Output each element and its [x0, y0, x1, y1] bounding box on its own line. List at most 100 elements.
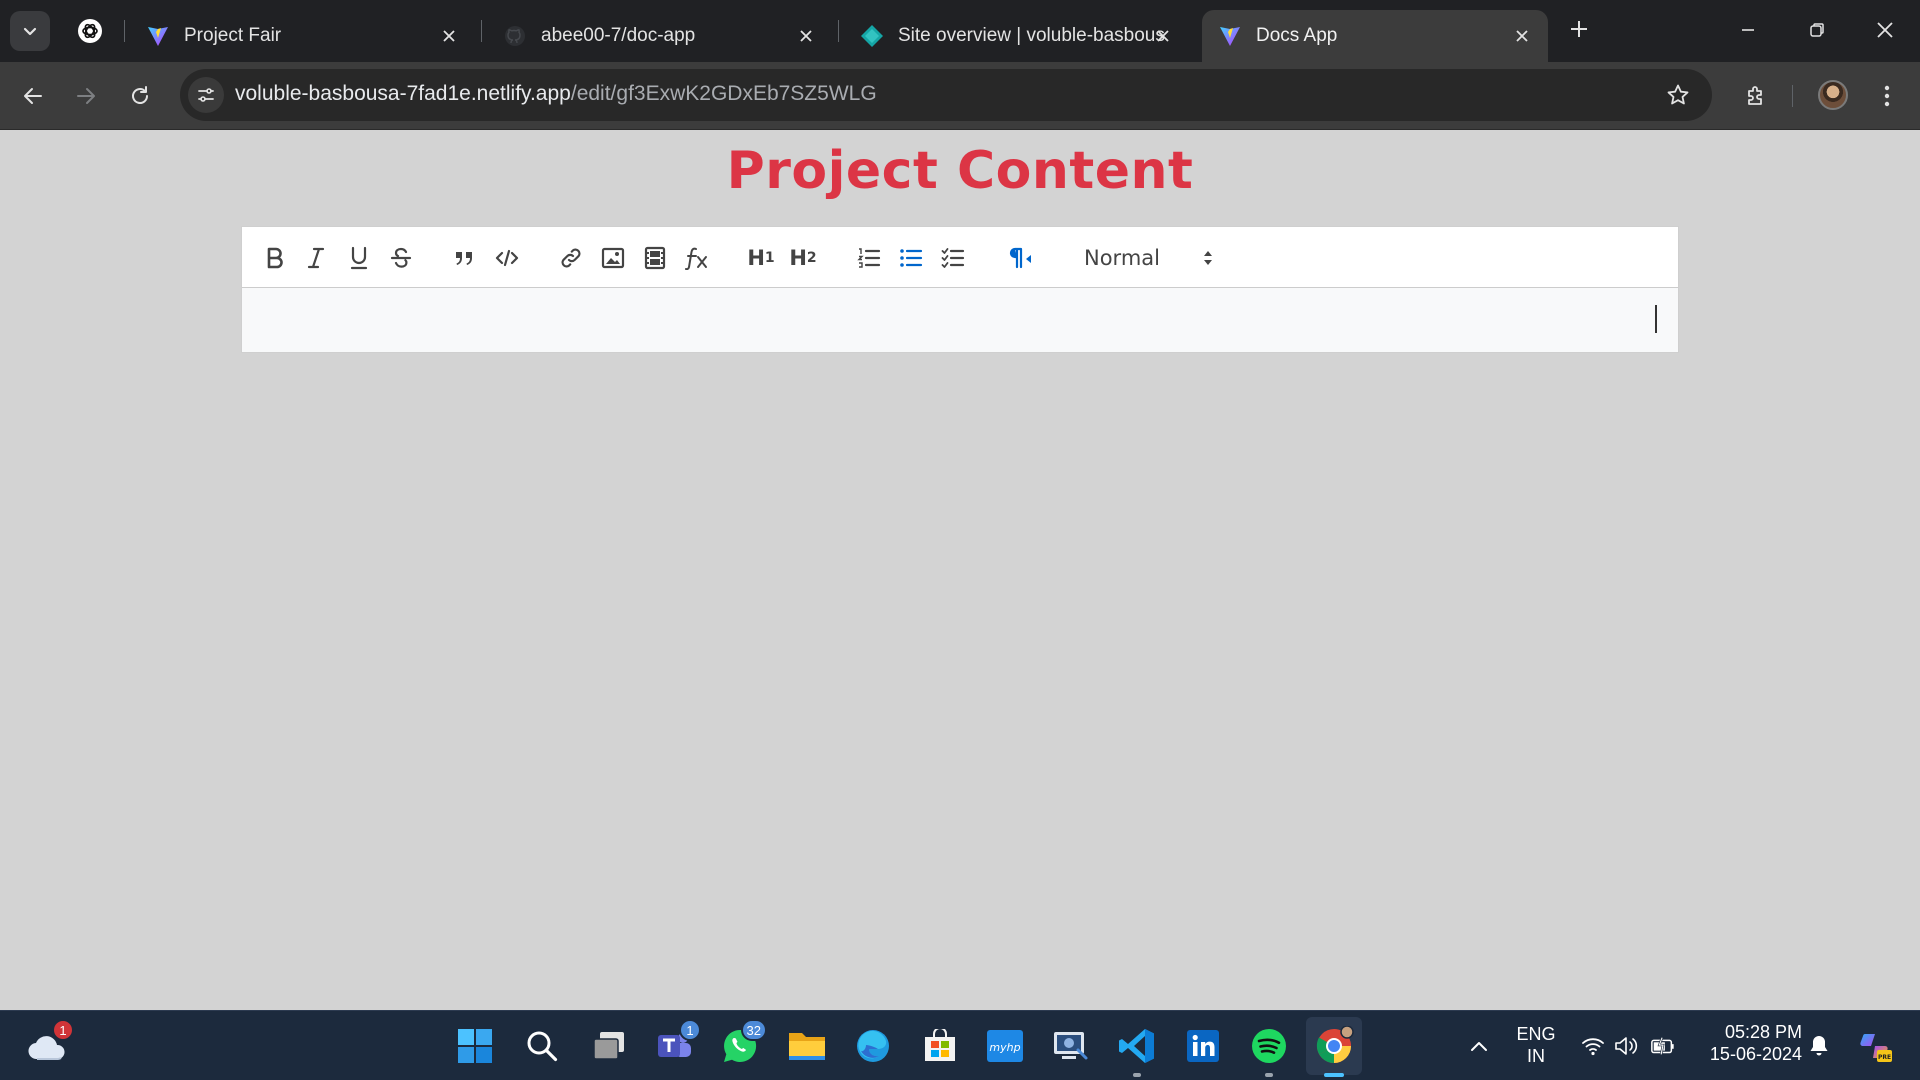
bold-icon — [267, 247, 283, 269]
page-content: Project Content H 1 H 2 Normal — [0, 131, 1920, 1010]
wifi-status[interactable] — [1580, 1033, 1606, 1059]
image-button[interactable] — [596, 241, 630, 275]
vscode-icon — [1119, 1029, 1154, 1063]
video-button[interactable] — [638, 241, 672, 275]
edge-icon — [857, 1030, 889, 1062]
whatsapp-app[interactable]: 32 — [717, 1019, 767, 1069]
checklist-button[interactable] — [936, 241, 970, 275]
snipping-tool-app[interactable] — [1048, 1023, 1094, 1069]
clock[interactable]: 05:28 PM 15-06-2024 — [1692, 1021, 1802, 1065]
close-icon[interactable] — [437, 24, 461, 48]
link-icon — [561, 248, 581, 268]
region-text: IN — [1527, 1046, 1545, 1066]
close-icon[interactable] — [1151, 24, 1175, 48]
search-button[interactable] — [519, 1023, 565, 1069]
browser-menu-button[interactable] — [1872, 76, 1902, 116]
h2-sub: 2 — [806, 250, 817, 266]
vscode-app[interactable] — [1114, 1023, 1160, 1077]
minimize-button[interactable] — [1725, 12, 1771, 48]
file-explorer-app[interactable] — [784, 1023, 830, 1069]
github-icon — [503, 24, 527, 48]
running-indicator — [1324, 1073, 1344, 1077]
store-icon — [925, 1029, 955, 1061]
chrome-app[interactable] — [1311, 1023, 1357, 1077]
input-language-indicator[interactable]: ENG IN — [1504, 1023, 1568, 1067]
strike-button[interactable] — [384, 241, 418, 275]
puzzle-icon — [1748, 86, 1762, 105]
teams-app[interactable]: 1 — [651, 1019, 701, 1069]
minimize-icon — [1742, 29, 1754, 31]
h2-label: H — [789, 246, 807, 270]
linkedin-icon — [1187, 1030, 1219, 1062]
close-icon[interactable] — [1510, 24, 1534, 48]
underline-button[interactable] — [342, 241, 376, 275]
ordered-list-button[interactable] — [852, 241, 886, 275]
tab-search-button[interactable] — [10, 11, 50, 51]
italic-button[interactable] — [299, 241, 333, 275]
site-info-button[interactable] — [188, 77, 224, 113]
tab-github-doc-app[interactable]: abee00-7/doc-app — [487, 10, 832, 62]
bold-button[interactable] — [258, 241, 292, 275]
reload-button[interactable] — [120, 76, 160, 116]
select-caret-icon — [1204, 251, 1212, 265]
text-direction-button[interactable] — [1002, 241, 1036, 275]
edge-app[interactable] — [850, 1023, 896, 1069]
new-tab-button[interactable] — [1564, 14, 1594, 44]
bookmark-button[interactable] — [1664, 81, 1692, 109]
extensions-button[interactable] — [1736, 76, 1776, 116]
forward-button[interactable] — [66, 76, 106, 116]
pinned-tab-chatgpt[interactable] — [70, 13, 110, 49]
bullet-list-button[interactable] — [894, 241, 928, 275]
task-view-icon — [593, 1032, 624, 1060]
teams-badge: 1 — [679, 1019, 701, 1041]
quote-icon — [456, 252, 472, 265]
arrow-right-icon — [77, 88, 95, 104]
task-view-button[interactable] — [586, 1023, 632, 1069]
battery-charging-icon — [1651, 1037, 1674, 1055]
header-format-select[interactable]: Normal — [1070, 241, 1218, 275]
linkedin-app[interactable] — [1180, 1023, 1226, 1069]
address-bar[interactable]: voluble-basbousa-7fad1e.netlify.app/edit… — [180, 69, 1712, 121]
close-window-button[interactable] — [1862, 12, 1908, 48]
weather-widget[interactable]: 1 — [24, 1019, 74, 1069]
editor-content-area[interactable] — [242, 288, 1678, 352]
blockquote-button[interactable] — [447, 241, 481, 275]
notifications-button[interactable] — [1806, 1033, 1832, 1059]
microsoft-store-app[interactable] — [917, 1023, 963, 1069]
h1-label: H — [747, 246, 765, 270]
tab-title: Project Fair — [184, 25, 282, 46]
restore-button[interactable] — [1794, 12, 1840, 48]
tab-project-fair[interactable]: Project Fair — [130, 10, 475, 62]
url-path: /edit/gf3ExwK2GDxEb7SZ5WLG — [570, 82, 877, 105]
volume-status[interactable] — [1614, 1033, 1640, 1059]
myhp-app[interactable]: myhp — [982, 1023, 1028, 1069]
checklist-icon — [941, 248, 965, 268]
tab-docs-app[interactable]: Docs App — [1202, 10, 1548, 62]
text-cursor — [1655, 305, 1657, 333]
close-icon[interactable] — [794, 24, 818, 48]
browser-tab-strip: Project Fair abee00-7/doc-app Site overv… — [0, 0, 1920, 62]
start-button[interactable] — [452, 1023, 498, 1069]
code-block-button[interactable] — [490, 241, 524, 275]
header-2-button[interactable]: H2 — [786, 241, 820, 275]
header-1-button[interactable]: H1 — [744, 241, 778, 275]
profile-avatar[interactable] — [1818, 80, 1848, 110]
tab-title: abee00-7/doc-app — [541, 25, 696, 46]
wifi-icon — [1582, 1038, 1604, 1056]
spotify-app[interactable] — [1246, 1023, 1292, 1077]
back-button[interactable] — [13, 76, 53, 116]
rich-text-editor: H1 H2 Normal — [241, 226, 1679, 353]
tab-title: Site overview | voluble-basbous — [898, 25, 1165, 46]
show-hidden-icons-button[interactable] — [1466, 1033, 1492, 1059]
url-domain: voluble-basbousa-7fad1e.netlify.app — [235, 82, 571, 105]
whatsapp-badge: 32 — [740, 1019, 767, 1041]
battery-status[interactable] — [1650, 1033, 1676, 1059]
link-button[interactable] — [554, 241, 588, 275]
paragraph-direction-icon — [1009, 247, 1031, 269]
formula-button[interactable] — [680, 241, 714, 275]
bell-icon — [1810, 1036, 1828, 1056]
url-text[interactable]: voluble-basbousa-7fad1e.netlify.app/edit… — [235, 82, 877, 106]
clock-time: 05:28 PM — [1724, 1022, 1802, 1042]
copilot-button[interactable]: PRE — [1856, 1027, 1894, 1065]
tab-netlify-site-overview[interactable]: Site overview | voluble-basbous — [844, 10, 1189, 62]
